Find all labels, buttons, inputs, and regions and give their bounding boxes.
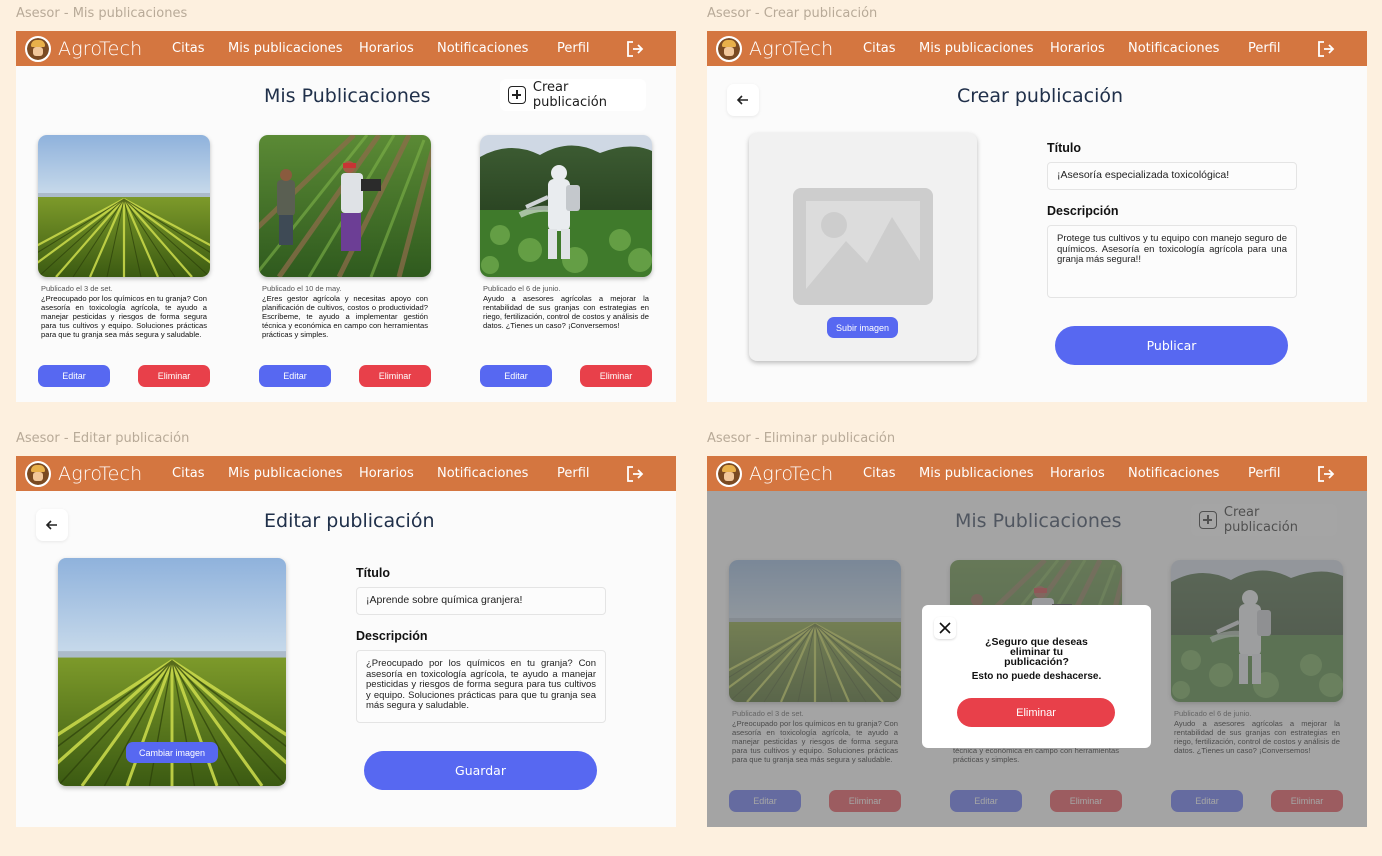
brand[interactable]: AgroTech bbox=[25, 35, 172, 62]
nav-citas[interactable]: Citas bbox=[172, 41, 228, 56]
nav-notificaciones[interactable]: Notificaciones bbox=[437, 41, 557, 56]
page-title: Mis Publicaciones bbox=[264, 85, 431, 107]
delete-button[interactable]: Eliminar bbox=[359, 365, 431, 387]
brand[interactable]: AgroTech bbox=[716, 35, 863, 62]
create-post-label: Crear publicación bbox=[532, 80, 607, 110]
nav-perfil[interactable]: Perfil bbox=[557, 41, 625, 56]
title-label: Título bbox=[356, 566, 391, 580]
nav-notificaciones[interactable]: Notificaciones bbox=[1128, 41, 1248, 56]
nav-perfil[interactable]: Perfil bbox=[1248, 41, 1316, 56]
nav-citas[interactable]: Citas bbox=[863, 466, 919, 481]
logo-icon bbox=[716, 460, 742, 487]
logo-icon bbox=[25, 35, 51, 62]
logo-icon bbox=[25, 460, 51, 487]
nav-perfil[interactable]: Perfil bbox=[557, 466, 625, 481]
frame-eliminar-publicacion: AgroTech Citas Mis publicaciones Horario… bbox=[707, 456, 1367, 827]
title-input[interactable]: ¡Asesoría especializada toxicológica! bbox=[1047, 162, 1297, 190]
delete-button[interactable]: Eliminar bbox=[138, 365, 210, 387]
post-text: Ayudo a asesores agrícolas a mejorar la … bbox=[483, 294, 649, 331]
edit-button[interactable]: Editar bbox=[480, 365, 552, 387]
nav-notificaciones[interactable]: Notificaciones bbox=[437, 466, 557, 481]
arrow-left-icon bbox=[736, 95, 748, 105]
navbar: AgroTech Citas Mis publicaciones Horario… bbox=[707, 31, 1367, 66]
nav-mis-publicaciones[interactable]: Mis publicaciones bbox=[919, 466, 1050, 481]
nav-horarios[interactable]: Horarios bbox=[1050, 41, 1128, 56]
frame-editar-publicacion: AgroTech Citas Mis publicaciones Horario… bbox=[16, 456, 676, 827]
brand-name: AgroTech bbox=[749, 462, 834, 485]
nav-horarios[interactable]: Horarios bbox=[359, 466, 437, 481]
logout-icon[interactable] bbox=[1316, 464, 1336, 484]
nav-horarios[interactable]: Horarios bbox=[1050, 466, 1128, 481]
title-input[interactable]: ¡Aprende sobre química granjera! bbox=[356, 587, 606, 615]
navbar: AgroTech Citas Mis publicaciones Horario… bbox=[707, 456, 1367, 491]
frame-mis-publicaciones: AgroTech Citas Mis publicaciones Horario… bbox=[16, 31, 676, 402]
post-image bbox=[38, 135, 210, 277]
change-image-button[interactable]: Cambiar imagen bbox=[126, 742, 218, 763]
brand-name: AgroTech bbox=[58, 462, 143, 485]
nav-mis-publicaciones[interactable]: Mis publicaciones bbox=[228, 41, 359, 56]
image-placeholder-panel: Subir imagen bbox=[749, 133, 977, 361]
modal-backdrop[interactable]: ¿Seguro que deseas eliminar tu publicaci… bbox=[707, 491, 1367, 827]
post-card: Publicado el 10 de may. ¿Eres gestor agr… bbox=[259, 135, 431, 387]
edit-button[interactable]: Editar bbox=[259, 365, 331, 387]
close-icon bbox=[939, 622, 951, 634]
post-image-panel: Cambiar imagen bbox=[58, 558, 286, 786]
frame-label-eliminar: Asesor - Eliminar publicación bbox=[707, 431, 896, 446]
nav-mis-publicaciones[interactable]: Mis publicaciones bbox=[919, 41, 1050, 56]
post-date: Publicado el 10 de may. bbox=[262, 284, 342, 293]
logout-icon[interactable] bbox=[625, 464, 645, 484]
page-title: Crear publicación bbox=[957, 85, 1124, 107]
brand-name: AgroTech bbox=[58, 37, 143, 60]
plus-square-icon bbox=[508, 86, 526, 104]
nav-perfil[interactable]: Perfil bbox=[1248, 466, 1316, 481]
delete-confirm-modal: ¿Seguro que deseas eliminar tu publicaci… bbox=[922, 605, 1151, 748]
save-button[interactable]: Guardar bbox=[364, 751, 597, 790]
delete-button[interactable]: Eliminar bbox=[580, 365, 652, 387]
post-image bbox=[480, 135, 652, 277]
arrow-left-icon bbox=[45, 520, 57, 530]
brand-name: AgroTech bbox=[749, 37, 834, 60]
logout-icon[interactable] bbox=[625, 39, 645, 59]
back-button[interactable] bbox=[36, 509, 68, 541]
create-post-button[interactable]: Crear publicación bbox=[500, 79, 646, 111]
navbar: AgroTech Citas Mis publicaciones Horario… bbox=[16, 31, 676, 66]
modal-question: ¿Seguro que deseas eliminar tu publicaci… bbox=[985, 636, 1088, 668]
brand[interactable]: AgroTech bbox=[716, 460, 863, 487]
post-card: Publicado el 3 de set. ¿Preocupado por l… bbox=[38, 135, 210, 387]
frame-label-crear: Asesor - Crear publicación bbox=[707, 6, 878, 21]
post-text: ¿Eres gestor agrícola y necesitas apoyo … bbox=[262, 294, 428, 340]
confirm-delete-button[interactable]: Eliminar bbox=[957, 698, 1115, 727]
nav-mis-publicaciones[interactable]: Mis publicaciones bbox=[228, 466, 359, 481]
post-date: Publicado el 6 de junio. bbox=[483, 284, 561, 293]
nav-notificaciones[interactable]: Notificaciones bbox=[1128, 466, 1248, 481]
frame-label-editar: Asesor - Editar publicación bbox=[16, 431, 190, 446]
description-label: Descripción bbox=[356, 629, 428, 643]
navbar: AgroTech Citas Mis publicaciones Horario… bbox=[16, 456, 676, 491]
frame-crear-publicacion: AgroTech Citas Mis publicaciones Horario… bbox=[707, 31, 1367, 402]
edit-button[interactable]: Editar bbox=[38, 365, 110, 387]
page-title: Editar publicación bbox=[264, 510, 435, 532]
nav-citas[interactable]: Citas bbox=[172, 466, 228, 481]
description-label: Descripción bbox=[1047, 204, 1119, 218]
nav-citas[interactable]: Citas bbox=[863, 41, 919, 56]
back-button[interactable] bbox=[727, 84, 759, 116]
post-date: Publicado el 3 de set. bbox=[41, 284, 113, 293]
description-textarea[interactable]: Protege tus cultivos y tu equipo con man… bbox=[1047, 225, 1297, 298]
publish-button[interactable]: Publicar bbox=[1055, 326, 1288, 365]
frame-label-mis-publicaciones: Asesor - Mis publicaciones bbox=[16, 6, 188, 21]
upload-image-button[interactable]: Subir imagen bbox=[827, 317, 898, 338]
post-image bbox=[259, 135, 431, 277]
post-card: Publicado el 6 de junio. Ayudo a asesore… bbox=[480, 135, 652, 387]
logo-icon bbox=[716, 35, 742, 62]
brand[interactable]: AgroTech bbox=[25, 460, 172, 487]
title-label: Título bbox=[1047, 141, 1082, 155]
description-textarea[interactable]: ¿Preocupado por los químicos en tu granj… bbox=[356, 650, 606, 723]
close-button[interactable] bbox=[934, 617, 956, 639]
modal-warning: Esto no puede deshacerse. bbox=[971, 671, 1102, 682]
nav-horarios[interactable]: Horarios bbox=[359, 41, 437, 56]
post-text: ¿Preocupado por los químicos en tu granj… bbox=[41, 294, 207, 340]
logout-icon[interactable] bbox=[1316, 39, 1336, 59]
